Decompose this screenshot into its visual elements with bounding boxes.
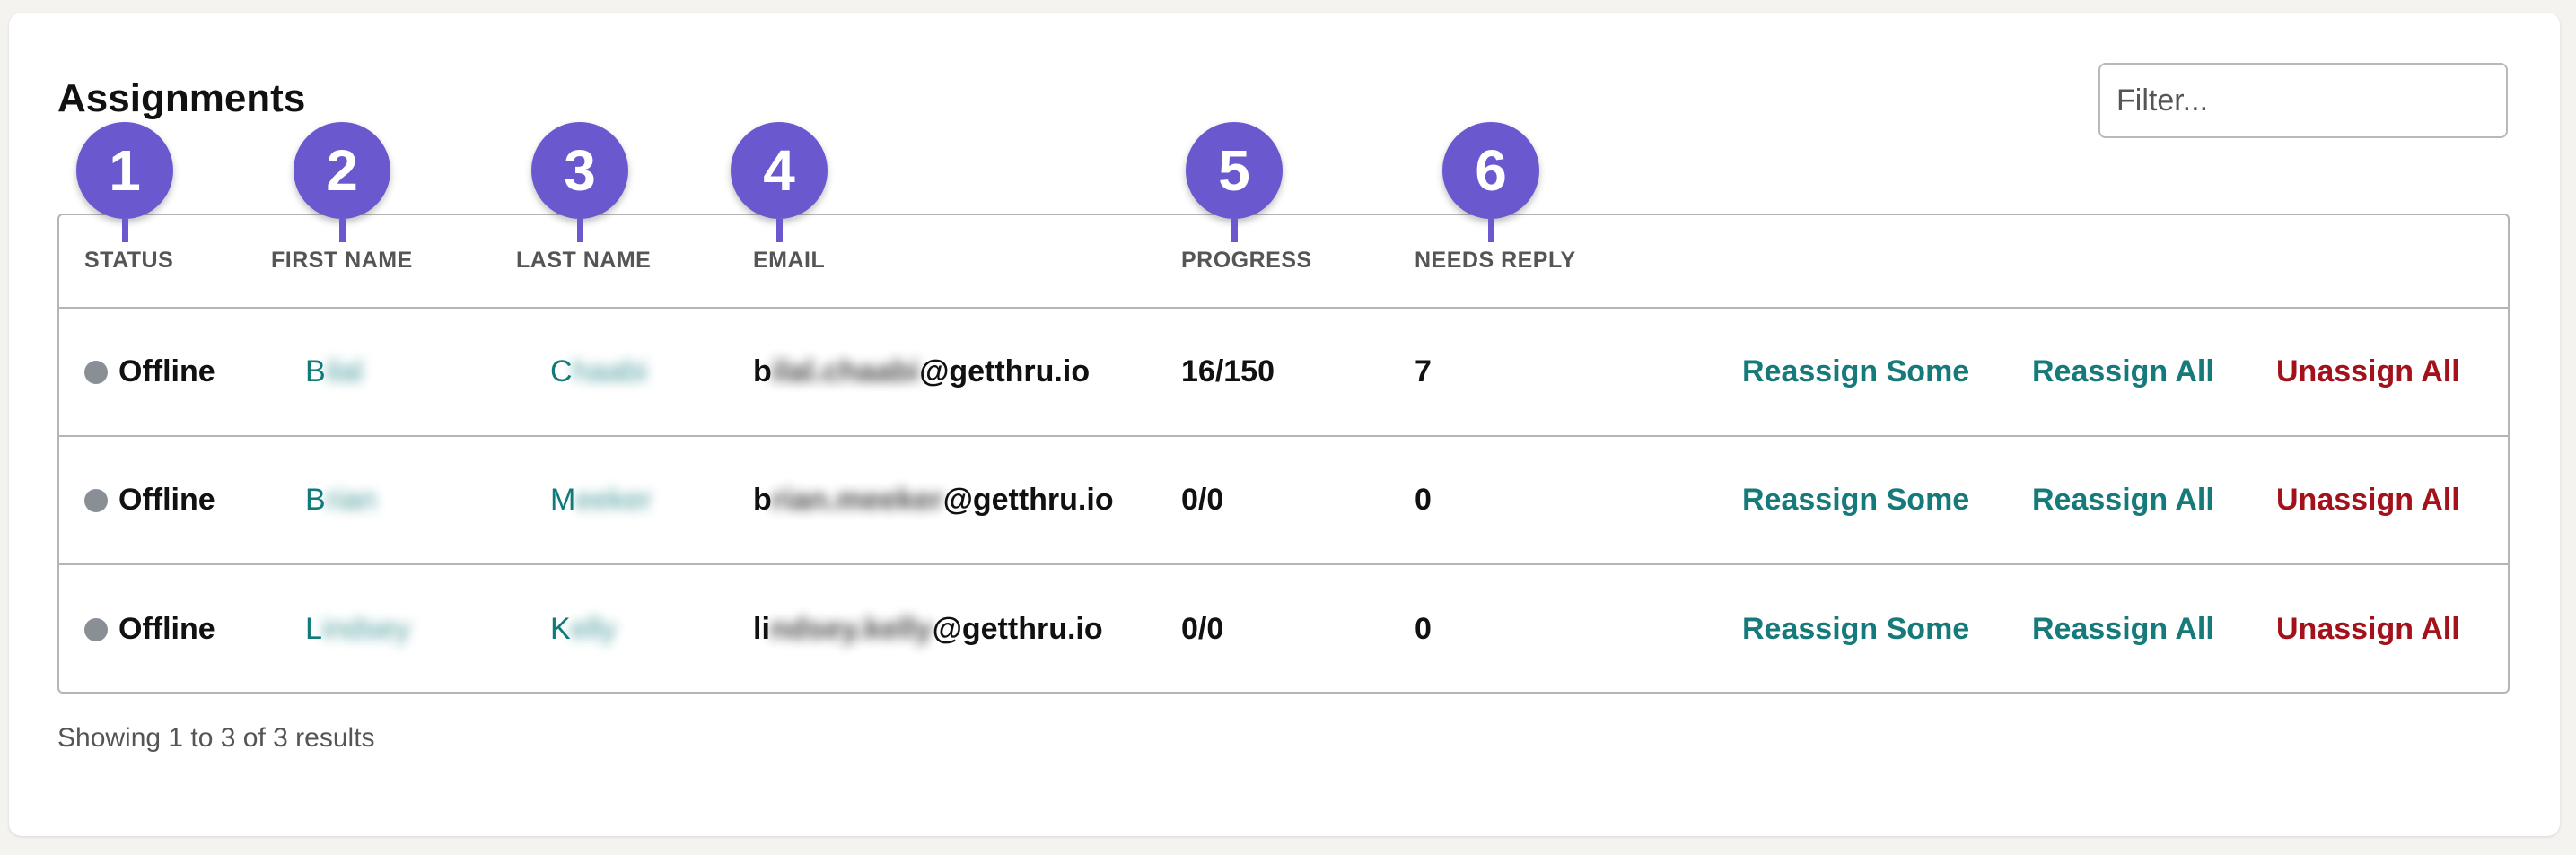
status-cell: Offline <box>84 437 215 563</box>
annotation-marker-stem <box>1488 219 1494 242</box>
first-name-redacted: indsey <box>321 612 411 646</box>
filter-input[interactable] <box>2098 63 2508 138</box>
annotation-marker-1: 1 <box>76 122 173 219</box>
table-row: Offline Brian Meeker b rian.meeker @getthr… <box>59 437 2508 565</box>
progress-cell: 0/0 <box>1181 612 1224 646</box>
status-cell: Offline <box>84 309 215 435</box>
needs-reply-cell: 7 <box>1415 354 1432 388</box>
reassign-some-button[interactable]: Reassign Some <box>1742 565 1969 692</box>
offline-status-dot-icon <box>84 360 108 384</box>
first-name-redacted: ilal <box>325 354 364 388</box>
last-name-link[interactable]: Chaabi <box>550 309 647 435</box>
email-cell: b ilal.chaabi @getthru.io <box>753 309 1090 435</box>
annotation-marker-stem <box>122 219 128 242</box>
last-name-link[interactable]: Kelly <box>550 565 617 692</box>
last-name-redacted: haabi <box>572 354 647 388</box>
needs-reply-cell: 0 <box>1415 612 1432 646</box>
progress-cell: 16/150 <box>1181 354 1275 388</box>
last-name-initial: M <box>550 483 576 517</box>
table-row: Offline Lindsey Kelly li ndsey.kelly @gett… <box>59 565 2508 692</box>
column-header-progress[interactable]: PROGRESS <box>1181 248 1312 274</box>
email-domain: @getthru.io <box>942 483 1114 517</box>
annotation-marker-6: 6 <box>1442 122 1539 219</box>
first-name-redacted: rian <box>325 483 377 517</box>
email-prefix: li <box>753 612 770 646</box>
offline-status-dot-icon <box>84 617 108 641</box>
status-text: Offline <box>118 483 215 517</box>
last-name-link[interactable]: Meeker <box>550 437 652 563</box>
first-name-initial: B <box>305 483 326 517</box>
first-name-initial: L <box>305 612 322 646</box>
email-redacted: rian.meeker <box>771 483 943 517</box>
status-cell: Offline <box>84 565 215 692</box>
column-header-email[interactable]: EMAIL <box>753 248 825 274</box>
table-header: STATUS FIRST NAME LAST NAME EMAIL PROGRE… <box>59 215 2508 309</box>
first-name-link[interactable]: Brian <box>305 437 376 563</box>
annotation-marker-stem <box>339 219 346 242</box>
unassign-all-button[interactable]: Unassign All <box>2276 565 2460 692</box>
email-prefix: b <box>753 354 772 388</box>
table-row: Offline Bilal Chaabi b ilal.chaabi @getthr… <box>59 309 2508 437</box>
email-domain: @getthru.io <box>919 354 1091 388</box>
needs-reply-cell: 0 <box>1415 483 1432 517</box>
email-redacted: ndsey.kelly <box>769 612 933 646</box>
reassign-some-button[interactable]: Reassign Some <box>1742 309 1969 435</box>
annotation-marker-2: 2 <box>294 122 390 219</box>
email-prefix: b <box>753 483 772 517</box>
column-header-status[interactable]: STATUS <box>84 248 173 274</box>
annotation-marker-3: 3 <box>531 122 628 219</box>
last-name-initial: C <box>550 354 573 388</box>
unassign-all-button[interactable]: Unassign All <box>2276 309 2460 435</box>
reassign-all-button[interactable]: Reassign All <box>2032 437 2214 563</box>
first-name-link[interactable]: Lindsey <box>305 565 411 692</box>
email-domain: @getthru.io <box>932 612 1103 646</box>
first-name-initial: B <box>305 354 326 388</box>
column-header-first-name[interactable]: FIRST NAME <box>271 248 413 274</box>
status-text: Offline <box>118 354 215 388</box>
column-header-last-name[interactable]: LAST NAME <box>516 248 651 274</box>
reassign-all-button[interactable]: Reassign All <box>2032 309 2214 435</box>
email-redacted: ilal.chaabi <box>771 354 920 388</box>
annotation-marker-stem <box>776 219 783 242</box>
annotation-marker-4: 4 <box>731 122 828 219</box>
results-summary: Showing 1 to 3 of 3 results <box>57 723 375 753</box>
reassign-all-button[interactable]: Reassign All <box>2032 565 2214 692</box>
first-name-link[interactable]: Bilal <box>305 309 363 435</box>
last-name-redacted: elly <box>570 612 617 646</box>
annotation-marker-stem <box>1231 219 1238 242</box>
progress-cell: 0/0 <box>1181 483 1224 517</box>
annotation-marker-5: 5 <box>1186 122 1283 219</box>
last-name-initial: K <box>550 612 571 646</box>
email-cell: b rian.meeker @getthru.io <box>753 437 1114 563</box>
column-header-needs-reply[interactable]: NEEDS REPLY <box>1415 248 1576 274</box>
reassign-some-button[interactable]: Reassign Some <box>1742 437 1969 563</box>
last-name-redacted: eeker <box>575 483 653 517</box>
unassign-all-button[interactable]: Unassign All <box>2276 437 2460 563</box>
annotation-marker-stem <box>577 219 583 242</box>
status-text: Offline <box>118 612 215 646</box>
assignments-table: STATUS FIRST NAME LAST NAME EMAIL PROGRE… <box>57 214 2510 694</box>
offline-status-dot-icon <box>84 488 108 512</box>
page-title: Assignments <box>57 76 306 120</box>
email-cell: li ndsey.kelly @getthru.io <box>753 565 1103 692</box>
